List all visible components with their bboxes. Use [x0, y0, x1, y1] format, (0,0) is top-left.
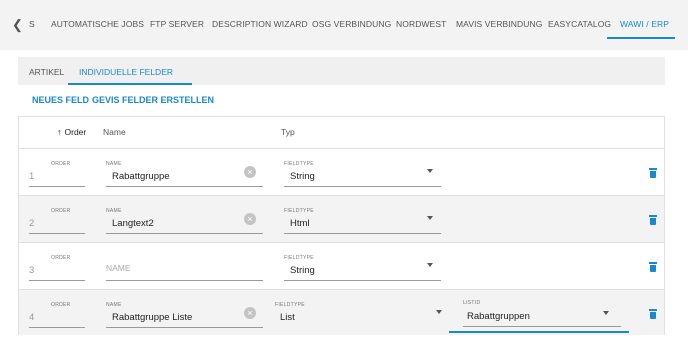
- name-field[interactable]: NAME Langtext2 ×: [106, 208, 263, 234]
- table-row: ORDER 1 NAME Rabattgruppe × FIELDTYPE St…: [19, 149, 664, 196]
- create-gevis-fields-button[interactable]: GEVIS FELDER ERSTELLEN: [92, 95, 214, 105]
- column-header-type: Typ: [281, 127, 295, 137]
- arrow-up-icon: ↑: [57, 127, 62, 137]
- dropdown-caret-icon: [436, 310, 442, 314]
- tab-nordwest[interactable]: NORDWEST: [396, 19, 446, 29]
- tab-automatische-jobs[interactable]: AUTOMATISCHE JOBS: [51, 19, 144, 29]
- table-row: ORDER 3 NAME FIELDTYPE String: [19, 243, 664, 290]
- delete-icon[interactable]: [649, 168, 657, 178]
- listid-focus-underline: [449, 331, 629, 333]
- table-row: ORDER 4 NAME Rabattgruppe Liste × FIELDT…: [19, 290, 664, 335]
- delete-icon[interactable]: [649, 309, 657, 319]
- new-field-button[interactable]: NEUES FELD: [32, 95, 89, 105]
- subtab-artikel[interactable]: ARTIKEL: [29, 67, 64, 77]
- tab-mavis-verbindung[interactable]: MAVIS VERBINDUNG: [456, 19, 542, 29]
- delete-icon[interactable]: [649, 262, 657, 272]
- clear-icon[interactable]: ×: [244, 166, 256, 178]
- subtab-individuelle-felder[interactable]: INDIVIDUELLE FELDER: [79, 67, 173, 77]
- fieldtype-select[interactable]: FIELDTYPE Html: [284, 208, 441, 234]
- dropdown-caret-icon: [427, 169, 433, 173]
- top-tab-bar: ❮ S AUTOMATISCHE JOBS FTP SERVER DESCRIP…: [0, 0, 688, 50]
- listid-select[interactable]: LISTID Rabattgruppen: [460, 300, 621, 330]
- chevron-left-icon[interactable]: ❮: [12, 18, 26, 32]
- dropdown-caret-icon: [603, 311, 609, 315]
- dropdown-caret-icon: [427, 263, 433, 267]
- fieldtype-select[interactable]: FIELDTYPE String: [284, 255, 441, 281]
- order-field[interactable]: ORDER 3: [29, 255, 85, 281]
- table-row: ORDER 2 NAME Langtext2 × FIELDTYPE Html: [19, 196, 664, 243]
- tab-s[interactable]: S: [29, 19, 35, 29]
- delete-icon[interactable]: [649, 215, 657, 225]
- tab-description-wizard[interactable]: DESCRIPTION WIZARD: [212, 19, 308, 29]
- dropdown-caret-icon: [427, 216, 433, 220]
- fields-table: ↑ Order Name Typ ORDER 1 NAME Rabattgrupp…: [18, 116, 665, 335]
- column-header-name: Name: [103, 127, 126, 137]
- fieldtype-select[interactable]: FIELDTYPE String: [284, 161, 441, 187]
- clear-icon[interactable]: ×: [244, 213, 256, 225]
- active-tab-indicator: [607, 37, 675, 39]
- table-header: ↑ Order Name Typ: [19, 117, 664, 149]
- tab-wawi-erp[interactable]: WAWI / ERP: [620, 19, 669, 29]
- tab-ftp-server[interactable]: FTP SERVER: [150, 19, 204, 29]
- tab-easycatalog[interactable]: EASYCATALOG: [548, 19, 611, 29]
- order-field[interactable]: ORDER 4: [29, 302, 85, 328]
- name-field[interactable]: NAME Rabattgruppe Liste ×: [106, 302, 263, 328]
- order-field[interactable]: ORDER 2: [29, 208, 85, 234]
- name-field[interactable]: NAME: [106, 255, 263, 281]
- active-subtab-indicator: [68, 83, 192, 85]
- tab-osg-verbindung[interactable]: OSG VERBINDUNG: [312, 19, 391, 29]
- order-field[interactable]: ORDER 1: [29, 161, 85, 187]
- sub-tab-bar: ARTIKEL INDIVIDUELLE FELDER: [18, 57, 665, 85]
- column-header-order[interactable]: ↑ Order: [57, 127, 86, 137]
- name-field[interactable]: NAME Rabattgruppe ×: [106, 161, 263, 187]
- clear-icon[interactable]: ×: [244, 307, 256, 319]
- fieldtype-select[interactable]: FIELDTYPE List: [275, 302, 445, 328]
